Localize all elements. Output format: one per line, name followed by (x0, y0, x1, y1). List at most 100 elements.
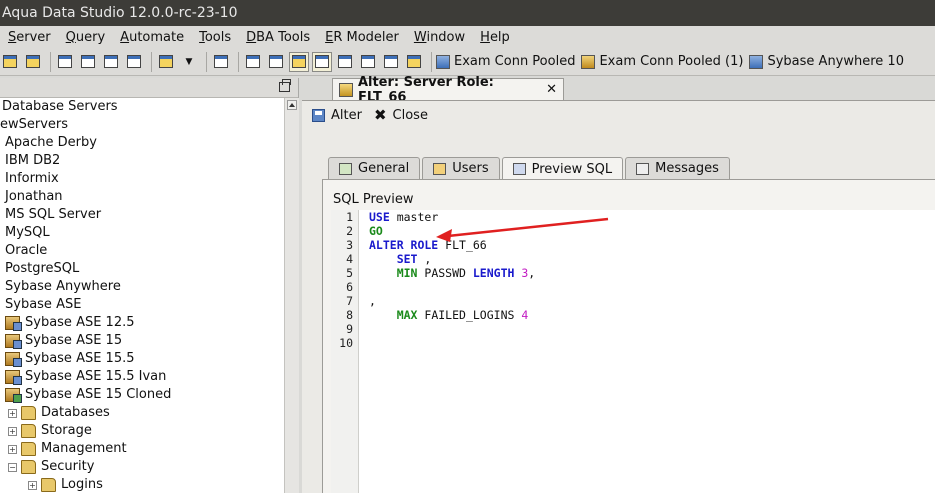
document-body: Alter ✖ Close General Users Preview SQL M… (302, 100, 935, 493)
print-button[interactable] (211, 52, 231, 72)
window-icon (58, 55, 72, 68)
menu-window[interactable]: Window (414, 30, 465, 45)
server-icon (26, 55, 40, 68)
save-icon (312, 108, 325, 122)
window-icon (81, 55, 95, 68)
folder-icon (41, 478, 56, 492)
connected-server-icon (5, 388, 22, 403)
tab-preview-sql[interactable]: Preview SQL (501, 157, 624, 180)
tree-scrollbar[interactable] (284, 98, 299, 493)
tree-item-sybase-ase[interactable]: Sybase ASE (0, 296, 284, 314)
connection-sybase-anywhere-10[interactable]: Sybase Anywhere 10 (749, 54, 904, 69)
layout-button-2[interactable] (266, 52, 286, 72)
tree-item-new-servers[interactable]: ewServers (0, 116, 284, 134)
alter-button[interactable]: Alter (312, 108, 362, 123)
code-line-4: SET , (396, 252, 432, 266)
sql-preview-editor[interactable]: 1 2 3 4 5 6 7 8 9 10 USE master GO ALTER… (331, 210, 935, 493)
tree-item-security[interactable]: − Security (0, 458, 284, 476)
tab-users[interactable]: Users (422, 157, 500, 179)
tree-item-sybase-ase-12-5[interactable]: Sybase ASE 12.5 (0, 314, 284, 332)
save-button[interactable] (124, 52, 144, 72)
dropdown-button[interactable]: ▼ (179, 52, 199, 72)
menu-automate[interactable]: Automate (120, 30, 184, 45)
code-line-2: GO (369, 224, 383, 238)
expand-icon[interactable]: + (8, 426, 17, 436)
panel-header (0, 78, 298, 98)
tree-item-jonathan[interactable]: Jonathan (0, 188, 284, 206)
general-icon (339, 162, 352, 175)
toolbar-separator (50, 51, 51, 72)
tab-messages[interactable]: Messages (625, 157, 730, 179)
expand-icon[interactable]: + (8, 444, 17, 454)
expand-icon[interactable]: + (8, 408, 17, 418)
expand-icon[interactable]: + (28, 480, 37, 490)
layout-button-1[interactable] (243, 52, 263, 72)
line-number: 5 (346, 266, 353, 280)
layout-button-5[interactable] (335, 52, 355, 72)
tree-item-sybase-ase-15-5-ivan[interactable]: Sybase ASE 15.5 Ivan (0, 368, 284, 386)
line-number: 2 (346, 224, 353, 238)
tree-item-logins[interactable]: + Logins (0, 476, 284, 493)
restore-icon[interactable] (279, 79, 291, 92)
new-query-button[interactable] (78, 52, 98, 72)
tree-item-sybase-anywhere[interactable]: Sybase Anywhere (0, 278, 284, 296)
properties-button[interactable] (156, 52, 176, 72)
document-icon (159, 55, 173, 68)
layout-button-4[interactable] (312, 51, 332, 72)
line-number: 1 (346, 210, 353, 224)
collapse-icon[interactable]: − (8, 462, 17, 472)
toolbar-separator (206, 51, 207, 72)
tree-item-sybase-ase-15-cloned[interactable]: Sybase ASE 15 Cloned (0, 386, 284, 404)
folder-icon (21, 460, 36, 474)
tab-general[interactable]: General (328, 157, 421, 179)
menu-query[interactable]: Query (66, 30, 106, 45)
connect-server-button[interactable] (0, 52, 20, 72)
line-number-gutter: 1 2 3 4 5 6 7 8 9 10 (331, 210, 359, 493)
code-line-1: USE master (369, 210, 439, 224)
tree-item-databases[interactable]: + Databases (0, 404, 284, 422)
tree-item-postgresql[interactable]: PostgreSQL (0, 260, 284, 278)
layout-icon (338, 55, 352, 68)
scroll-up-icon[interactable] (287, 100, 297, 110)
tree-item-storage[interactable]: + Storage (0, 422, 284, 440)
action-bar: Alter ✖ Close (312, 104, 428, 126)
tree-item-oracle[interactable]: Oracle (0, 242, 284, 260)
close-icon[interactable]: ✕ (546, 82, 557, 97)
tree-item-ibm-db2[interactable]: IBM DB2 (0, 152, 284, 170)
tree-item-mysql[interactable]: MySQL (0, 224, 284, 242)
menu-tools[interactable]: Tools (199, 30, 231, 45)
tree-item-apache-derby[interactable]: Apache Derby (0, 134, 284, 152)
tree-item-database-servers[interactable]: Database Servers (0, 98, 284, 116)
toolbar-separator (431, 51, 432, 72)
menu-server[interactable]: Server (8, 30, 51, 45)
layout-button-3[interactable] (289, 51, 309, 72)
menu-help[interactable]: Help (480, 30, 510, 45)
window-icon (104, 55, 118, 68)
layout-icon (269, 55, 283, 68)
connection-exam-conn-pooled-1[interactable]: Exam Conn Pooled (1) (581, 54, 743, 69)
folder-icon (21, 406, 36, 420)
close-button[interactable]: ✖ Close (362, 106, 428, 124)
query-window-button[interactable] (55, 52, 75, 72)
tree-item-ms-sql-server[interactable]: MS SQL Server (0, 206, 284, 224)
tree-item-informix[interactable]: Informix (0, 170, 284, 188)
line-number: 9 (346, 322, 353, 336)
tree-item-sybase-ase-15-5[interactable]: Sybase ASE 15.5 (0, 350, 284, 368)
menu-bar: Server Query Automate Tools DBA Tools ER… (0, 26, 935, 48)
disconnect-server-button[interactable] (23, 52, 43, 72)
tree-item-management[interactable]: + Management (0, 440, 284, 458)
layout-button-6[interactable] (358, 52, 378, 72)
schema-browser-button[interactable] (101, 52, 121, 72)
connection-exam-conn-pooled[interactable]: Exam Conn Pooled (436, 54, 575, 69)
layout-button-8[interactable] (404, 52, 424, 72)
tab-alter-server-role[interactable]: Alter: Server Role: FLT_66 ✕ (332, 75, 564, 105)
menu-er-modeler[interactable]: ER Modeler (325, 30, 399, 45)
code-line-7: , (369, 294, 376, 308)
line-number: 6 (346, 280, 353, 294)
menu-dba-tools[interactable]: DBA Tools (246, 30, 310, 45)
layout-button-7[interactable] (381, 52, 401, 72)
tree-item-sybase-ase-15[interactable]: Sybase ASE 15 (0, 332, 284, 350)
